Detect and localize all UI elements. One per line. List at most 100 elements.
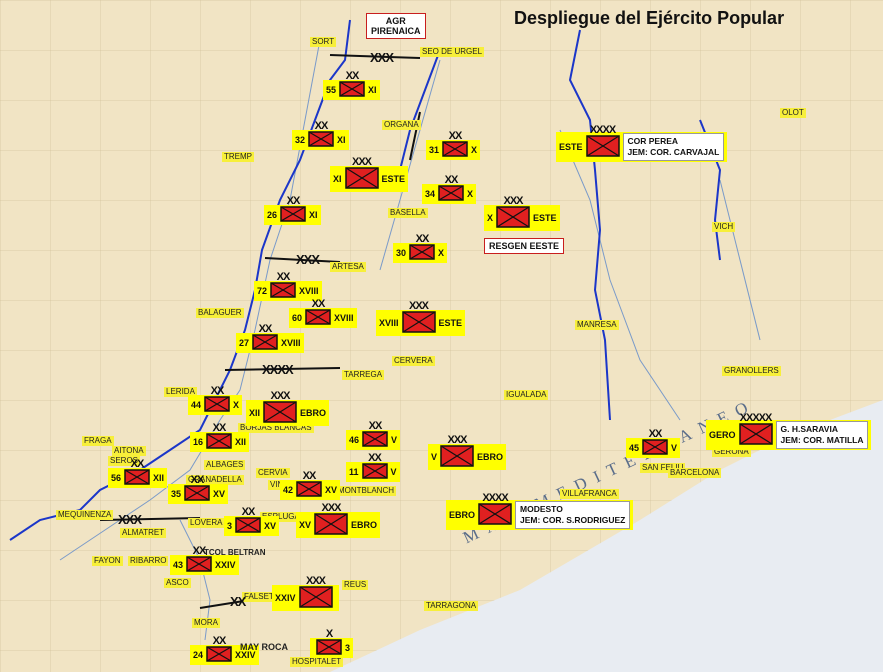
- unit-echelon: XX: [258, 323, 273, 335]
- unit-marker: XV XXX EBRO: [296, 502, 381, 538]
- unit-marker: 16 XX XII: [190, 422, 250, 452]
- command-echelon: XXXXX: [739, 412, 773, 424]
- unit-marker: X3: [310, 628, 354, 658]
- unit-symbol-wrap: XX: [296, 470, 322, 499]
- unit-echelon: XX: [212, 635, 227, 647]
- boundary-mark: XXX: [370, 50, 394, 65]
- unit-symbol-wrap: XX: [186, 545, 212, 574]
- unit-number: XV: [299, 520, 312, 530]
- unit-symbol-wrap: XXX: [496, 195, 530, 230]
- unit-number: X: [487, 213, 494, 223]
- unit-marker: 3 XX XV: [224, 506, 280, 536]
- unit-symbol: [252, 334, 278, 350]
- unit-symbol: [440, 445, 474, 467]
- unit-symbol: [478, 503, 512, 525]
- unit-symbol: [409, 244, 435, 260]
- unit-number: 27: [239, 338, 250, 348]
- unit-label: XV: [325, 485, 338, 495]
- resgen-este-box: RESGEN EESTE: [484, 238, 565, 254]
- unit-marker: 32 XX XI: [292, 120, 349, 150]
- unit-label: X: [471, 145, 478, 155]
- unit-label: ESTE: [381, 174, 406, 184]
- unit-marker: 30 XX X: [393, 233, 448, 263]
- unit-symbol: [296, 481, 322, 497]
- unit-symbol: [361, 463, 388, 479]
- note-may-roca: MAY ROCA: [240, 642, 289, 652]
- unit-marker: 45 XX V: [626, 428, 681, 458]
- unit-symbol-wrap: XX: [124, 458, 150, 487]
- unit-label: V: [391, 435, 398, 445]
- unit-echelon: XXX: [306, 575, 326, 587]
- unit-echelon: XX: [212, 422, 227, 434]
- unit-echelon: XX: [130, 458, 145, 470]
- boundary-mark: XXXX: [262, 362, 294, 377]
- unit-symbol-wrap: XX: [409, 233, 435, 262]
- unit-marker: 56 XX XII: [108, 458, 168, 488]
- unit-symbol-wrap: XX: [235, 506, 261, 535]
- unit-label: V: [390, 467, 397, 477]
- unit-label: ESTE: [533, 213, 557, 223]
- unit-label: XV: [213, 489, 226, 499]
- unit-number: 16: [193, 437, 204, 447]
- place-label: BALAGUER: [196, 308, 244, 318]
- unit-echelon: XX: [648, 428, 663, 440]
- unit-symbol: [206, 433, 232, 449]
- unit-symbol-wrap: XX: [206, 422, 232, 451]
- unit-echelon: XX: [190, 474, 205, 486]
- place-label: CERVIA: [256, 468, 290, 478]
- unit-number: V: [431, 452, 438, 462]
- unit-symbol: [738, 423, 773, 445]
- place-label: BASELLA: [388, 208, 428, 218]
- unit-symbol-wrap: XX: [438, 174, 464, 203]
- place-label: IGUALADA: [504, 390, 549, 400]
- unit-marker: X XXX ESTE: [484, 195, 560, 231]
- commander: G. H.SARAVIA: [780, 424, 838, 434]
- unit-symbol-wrap: XXX: [298, 575, 333, 610]
- place-label: TARREGA: [342, 370, 385, 380]
- unit-label: XI: [309, 210, 318, 220]
- place-label: MONTBLANCH: [336, 486, 397, 496]
- unit-symbol: [305, 309, 331, 325]
- unit-label: 3: [345, 643, 351, 653]
- unit-symbol: [280, 206, 306, 222]
- unit-symbol: [308, 131, 334, 147]
- unit-marker: XXIV XXX: [272, 575, 339, 611]
- unit-symbol-wrap: XX: [339, 70, 365, 99]
- place-label: ARTESA: [330, 262, 366, 272]
- unit-symbol: [206, 646, 232, 662]
- unit-marker: XVIII XXX ESTE: [376, 300, 466, 336]
- unit-number: 11: [349, 467, 359, 477]
- unit-marker: V XXX EBRO: [428, 434, 507, 470]
- unit-number: 44: [191, 400, 202, 410]
- place-label: VICH: [712, 222, 736, 232]
- unit-echelon: XXX: [409, 300, 429, 312]
- chief-of-staff: JEM: COR. CARVAJAL: [627, 147, 720, 157]
- unit-symbol: [235, 517, 261, 533]
- unit-number: XII: [249, 408, 261, 418]
- unit-symbol: [314, 513, 348, 535]
- unit-symbol-wrap: XX: [362, 420, 388, 449]
- command-prefix: ESTE: [559, 142, 583, 152]
- place-label: SORT: [310, 37, 337, 47]
- unit-marker: 27 XX XVIII: [236, 323, 304, 353]
- map-title: Despliegue del Ejército Popular: [514, 8, 785, 28]
- unit-marker: 11 XX V: [346, 452, 400, 482]
- unit-symbol: [316, 639, 342, 655]
- unit-symbol: [339, 81, 365, 97]
- unit-number: 56: [111, 473, 122, 483]
- unit-symbol-wrap: XX: [361, 452, 388, 481]
- unit-symbol: [263, 401, 297, 423]
- place-label: REUS: [342, 580, 369, 590]
- army-command: GERO XXXXX G. H.SARAVIA JEM: COR. MATILLA: [706, 412, 872, 450]
- unit-number: XVIII: [379, 318, 399, 328]
- place-label: LOVERA: [188, 518, 225, 528]
- unit-number: 24: [193, 650, 204, 660]
- unit-symbol: [204, 396, 230, 412]
- unit-symbol-wrap: XX: [308, 120, 334, 149]
- unit-number: 46: [349, 435, 360, 445]
- unit-label: V: [671, 443, 678, 453]
- place-label: FALSET: [242, 592, 276, 602]
- command-echelon: XXXX: [589, 124, 616, 136]
- unit-echelon: XXX: [447, 434, 468, 446]
- unit-echelon: XXX: [270, 390, 291, 402]
